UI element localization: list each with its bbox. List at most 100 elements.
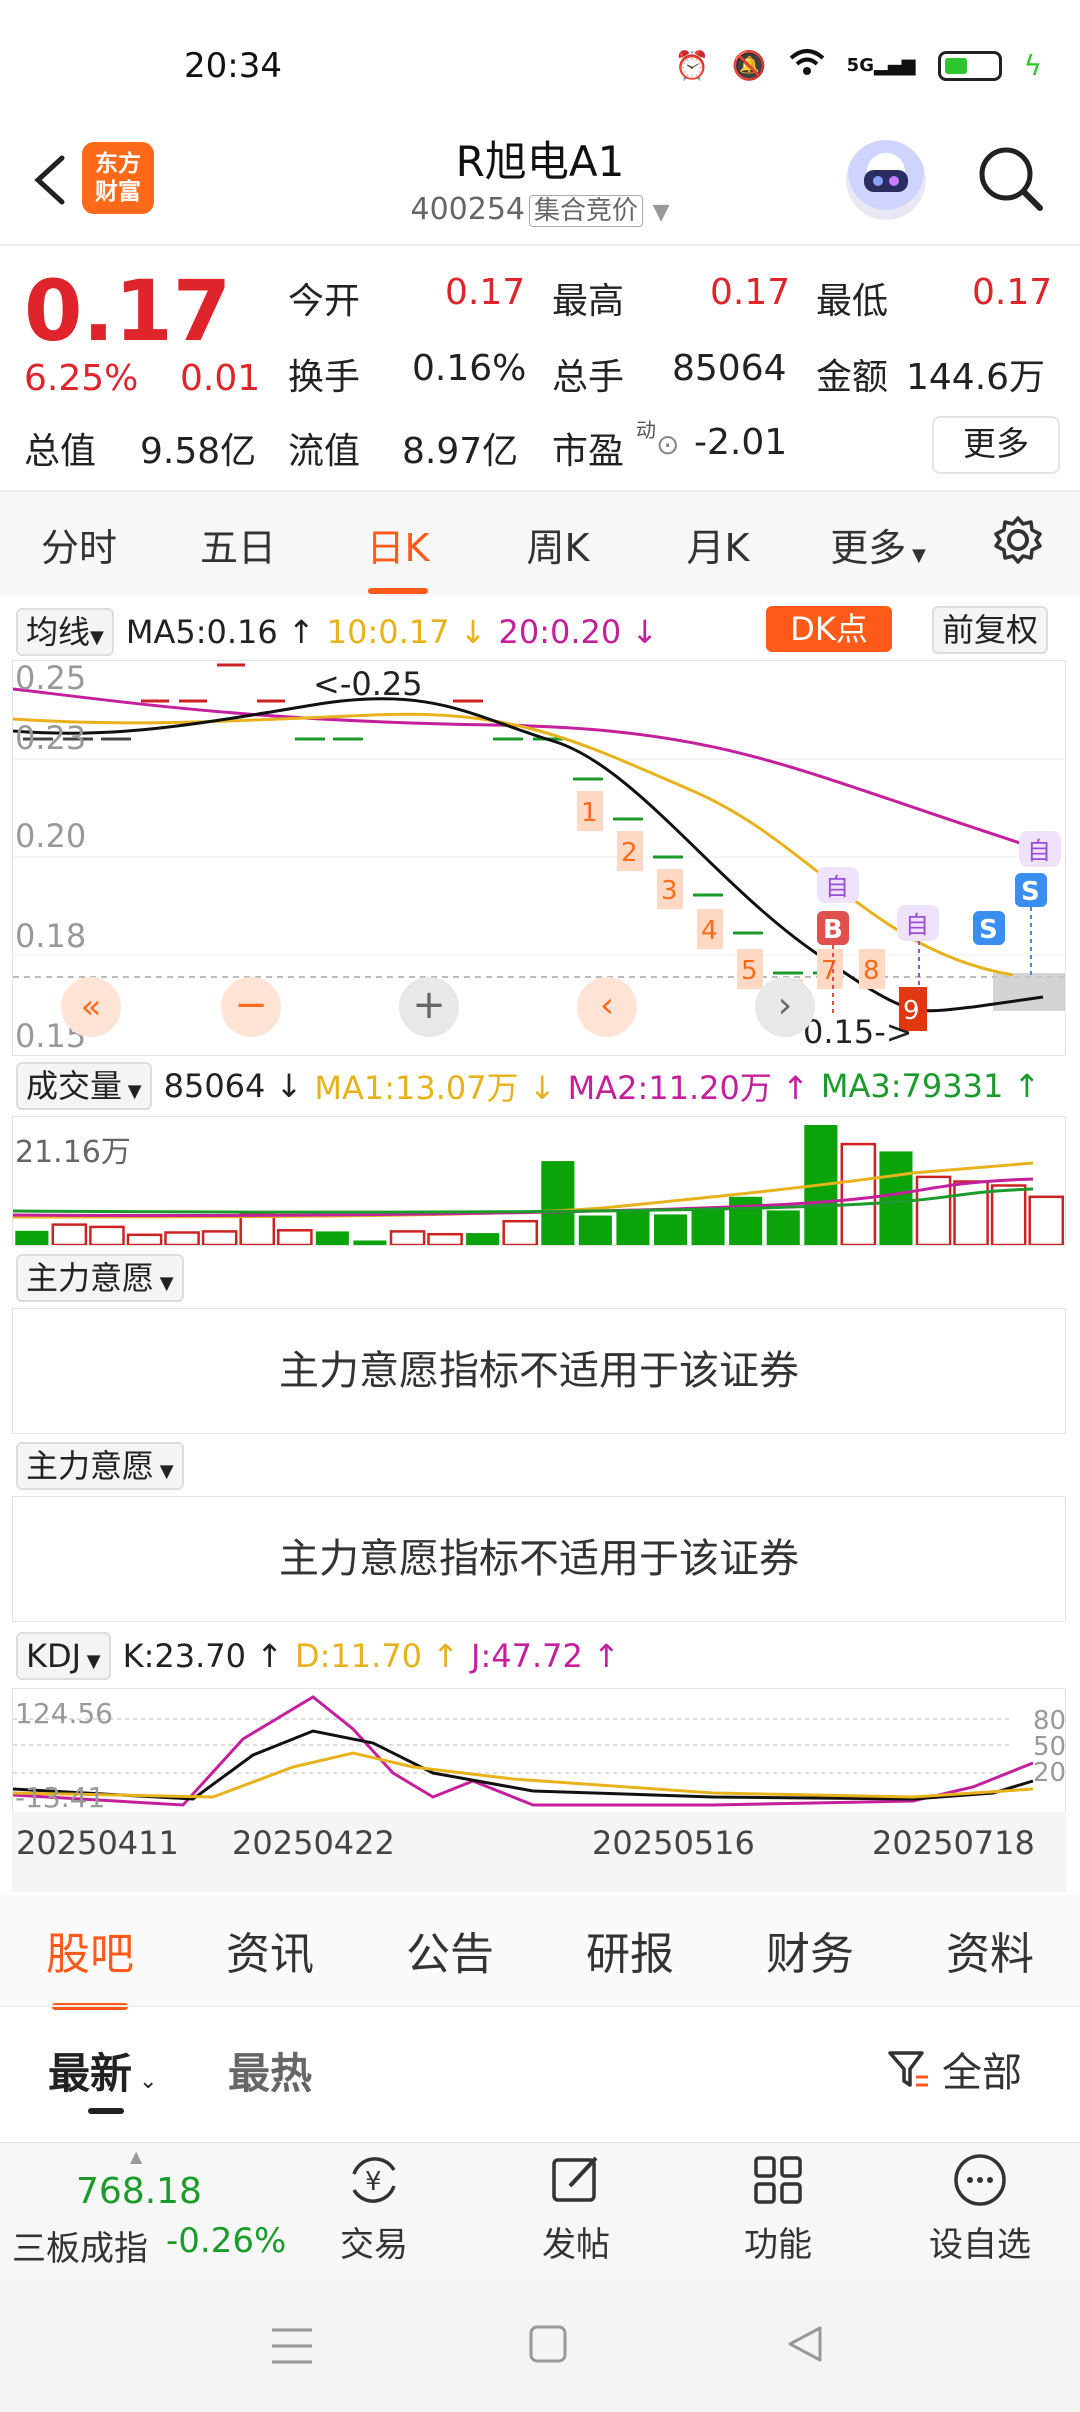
volume-svg	[13, 1125, 1065, 1245]
back-nav-icon[interactable]	[786, 2324, 826, 2364]
y-tick-2: 0.20	[15, 817, 86, 855]
main-force-select-2[interactable]: 主力意愿 ▼	[16, 1442, 184, 1490]
y-tick-3: 0.18	[15, 917, 86, 955]
open-label: 今开	[288, 281, 361, 322]
ma-indicator-select[interactable]: 均线▼	[16, 608, 114, 656]
settings-button[interactable]	[958, 514, 1078, 575]
volume-bar	[89, 1225, 125, 1245]
volume-ma1: MA1:13.07万 ↓	[314, 1069, 556, 1107]
content-tabs: 股吧 资讯 公告 研报 财务 资料	[0, 1895, 1080, 2010]
volume-bar	[51, 1223, 88, 1245]
current-price-box	[993, 973, 1065, 1011]
volume-bar	[126, 1233, 163, 1245]
volume-ma3: MA3:79331 ↑	[820, 1067, 1041, 1105]
dropdown-arrow-icon: ▼	[652, 200, 670, 225]
trade-button[interactable]: ¥ 交易	[304, 2143, 444, 2266]
search-button[interactable]	[976, 144, 1046, 214]
scroll-far-left-button[interactable]: «	[61, 977, 121, 1037]
tab-profile[interactable]: 资料	[900, 1918, 1080, 1982]
last-price: 0.17	[24, 262, 232, 360]
seq-7: 7	[821, 956, 838, 986]
assistant-robot-avatar[interactable]	[846, 140, 926, 220]
tab-daily-k[interactable]: 日K	[318, 517, 478, 594]
kline-svg: 1 2 3 4 5 6 7 8 9 B S S 自 自 自 0.25 0.23 …	[13, 661, 1065, 1055]
amount-label: 金额	[816, 357, 889, 398]
scroll-right-button[interactable]: ›	[755, 977, 815, 1037]
volume-bar	[840, 1142, 877, 1245]
trading-status-tag: 集合竞价	[529, 195, 644, 227]
volume-bar	[389, 1230, 426, 1245]
pe-info-icon[interactable]: ⊙	[656, 428, 679, 461]
min-price-label: 0.15->	[803, 1013, 913, 1051]
kdj-level-20: 20	[1033, 1758, 1065, 1788]
zoom-out-button[interactable]: −	[221, 977, 281, 1037]
tab-finance[interactable]: 财务	[720, 1918, 900, 1982]
post-button[interactable]: 发帖	[506, 2143, 646, 2266]
volume-value: 85064	[672, 348, 787, 389]
tab-monthly-k[interactable]: 月K	[638, 517, 798, 572]
adjust-select[interactable]: 前复权	[932, 606, 1049, 654]
zoom-in-button[interactable]: +	[399, 977, 459, 1037]
tab-five-day[interactable]: 五日	[158, 517, 318, 572]
dk-point-button[interactable]: DK点	[766, 606, 892, 652]
kdj-chart[interactable]: 124.56 -13.41 80 50 20	[12, 1688, 1066, 1814]
volume-bar	[353, 1240, 387, 1245]
ma10-line	[13, 712, 1014, 977]
high-value: 0.17	[710, 272, 791, 313]
index-value: 768.18	[76, 2171, 202, 2212]
volume-bar	[879, 1151, 913, 1245]
volume-bar	[466, 1233, 500, 1245]
kdj-j: J:47.72 ↑	[471, 1637, 620, 1675]
main-force-select-1[interactable]: 主力意愿 ▼	[16, 1254, 184, 1302]
seq-1: 1	[581, 798, 598, 828]
kdj-k: K:23.70 ↑	[122, 1637, 283, 1675]
open-value: 0.17	[445, 272, 526, 313]
kdj-indicator-select[interactable]: KDJ ▼	[16, 1632, 111, 1680]
volume-bar	[766, 1210, 800, 1245]
main-force-message-1: 主力意愿指标不适用于该证券	[12, 1308, 1066, 1434]
volume-bar	[201, 1230, 238, 1245]
volume-value: 85064 ↓	[163, 1067, 303, 1105]
date-label-1: 20250411	[16, 1824, 179, 1862]
stock-code: 400254	[410, 192, 526, 227]
tab-research[interactable]: 研报	[540, 1918, 720, 1982]
sort-hot[interactable]: 最热	[228, 2040, 312, 2101]
menu-icon[interactable]	[270, 2326, 314, 2366]
caret-up-icon: ▲	[130, 2147, 143, 2166]
tab-intraday[interactable]: 分时	[0, 517, 158, 572]
turnover-value: 0.16%	[412, 348, 527, 389]
tab-more[interactable]: 更多 ▼	[798, 517, 958, 572]
period-tabs: 分时 五日 日K 周K 月K 更多 ▼	[0, 492, 1080, 596]
tab-news[interactable]: 资讯	[180, 1918, 360, 1982]
ma5-line	[13, 697, 1044, 1013]
seq-5: 5	[741, 956, 758, 986]
volume-indicator-select[interactable]: 成交量 ▼	[16, 1062, 152, 1110]
sort-active-indicator	[88, 2108, 124, 2114]
more-dots-icon	[954, 2154, 1006, 2206]
amount-value: 144.6万	[906, 357, 1046, 398]
functions-button[interactable]: 功能	[708, 2143, 848, 2266]
float-cap-label: 流值	[288, 431, 361, 472]
filter-button[interactable]: 全部	[886, 2040, 1022, 2098]
sell-marker-2: S	[1021, 877, 1040, 907]
tab-announcements[interactable]: 公告	[360, 1918, 540, 1982]
ma5-legend: MA5:0.16 ↑	[125, 613, 315, 651]
more-quote-button[interactable]: 更多	[932, 416, 1060, 474]
volume-bar	[578, 1215, 612, 1245]
volume-chart[interactable]: 21.16万	[12, 1116, 1066, 1246]
add-watchlist-button[interactable]: 设自选	[910, 2143, 1050, 2266]
tab-weekly-k[interactable]: 周K	[478, 517, 638, 572]
trade-icon: ¥	[352, 2157, 396, 2203]
market-cap-label: 总值	[24, 431, 97, 472]
max-price-label: <-0.25	[313, 665, 423, 703]
seq-2: 2	[621, 838, 638, 868]
kline-chart[interactable]: 1 2 3 4 5 6 7 8 9 B S S 自 自 自 0.25 0.23 …	[12, 660, 1066, 1056]
ma20-line	[13, 687, 1046, 853]
home-icon[interactable]	[528, 2324, 568, 2364]
scroll-left-button[interactable]: ‹	[577, 977, 637, 1037]
tab-guba[interactable]: 股吧	[0, 1918, 180, 2010]
sort-latest[interactable]: 最新 ⌄	[48, 2040, 157, 2101]
grid-icon	[754, 2156, 802, 2204]
index-name: 三板成指	[12, 2229, 148, 2269]
volume-bar	[1028, 1195, 1065, 1245]
